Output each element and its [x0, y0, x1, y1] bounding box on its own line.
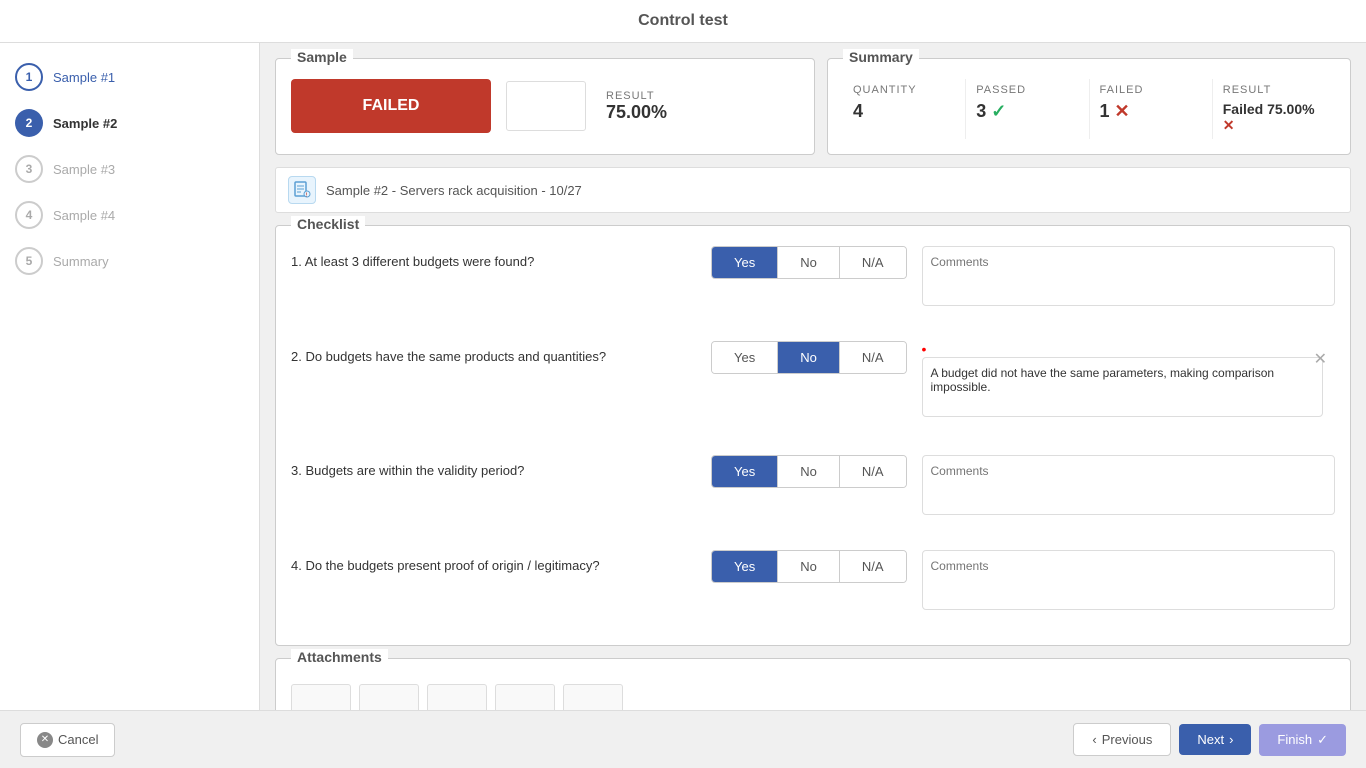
yes-button-3[interactable]: Yes: [712, 456, 777, 487]
summary-failed: FAILED 1 ✕: [1090, 79, 1213, 139]
check-icon-finish: ✓: [1317, 732, 1328, 748]
sample-inner: FAILED RESULT 75.00%: [291, 79, 799, 133]
checklist-buttons-1: Yes No N/A: [711, 246, 907, 279]
na-button-2[interactable]: N/A: [839, 342, 906, 373]
checklist-legend: Checklist: [291, 216, 365, 232]
page-title: Control test: [0, 0, 1366, 43]
no-button-1[interactable]: No: [777, 247, 839, 278]
passed-value: 3 ✓: [976, 101, 1078, 122]
sidebar-circle-4: 4: [15, 201, 43, 229]
sidebar-circle-5: 5: [15, 247, 43, 275]
summary-table: QUANTITY 4 PASSED 3 ✓ FAILED 1 ✕: [843, 79, 1335, 139]
next-button[interactable]: Next ›: [1179, 724, 1251, 755]
footer-right: ‹ Previous Next › Finish ✓: [1073, 723, 1346, 756]
summary-result-value: Failed 75.00% ✕: [1223, 101, 1325, 134]
checklist-question-4: 4. Do the budgets present proof of origi…: [291, 550, 711, 573]
sample-bar-text: Sample #2 - Servers rack acquisition - 1…: [326, 183, 582, 198]
document-icon: !: [293, 181, 311, 199]
failed-cross-icon: ✕: [1115, 101, 1130, 121]
sidebar: 1 Sample #1 2 Sample #2 3 Sample #3 4 Sa…: [0, 43, 259, 722]
result-value: 75.00%: [606, 102, 667, 122]
main-content: Sample FAILED RESULT 75.00% Summary QUAN…: [260, 43, 1366, 767]
sample-bar-icon: !: [288, 176, 316, 204]
summary-result: RESULT Failed 75.00% ✕: [1213, 79, 1335, 139]
comment-input-1[interactable]: [922, 246, 1335, 306]
yes-button-4[interactable]: Yes: [712, 551, 777, 582]
sidebar-circle-2: 2: [15, 109, 43, 137]
yes-button-1[interactable]: Yes: [712, 247, 777, 278]
summary-result-label: RESULT: [1223, 84, 1325, 96]
sidebar-circle-1: 1: [15, 63, 43, 91]
summary-passed: PASSED 3 ✓: [966, 79, 1089, 139]
checklist-box: Checklist 1. At least 3 different budget…: [275, 225, 1351, 646]
top-row: Sample FAILED RESULT 75.00% Summary QUAN…: [275, 58, 1351, 155]
no-button-3[interactable]: No: [777, 456, 839, 487]
checklist-question-3: 3. Budgets are within the validity perio…: [291, 455, 711, 478]
previous-button[interactable]: ‹ Previous: [1073, 723, 1171, 756]
chevron-left-icon-prev: ‹: [1092, 732, 1096, 747]
chevron-right-icon-next: ›: [1229, 732, 1233, 747]
sidebar-label-2: Sample #2: [53, 116, 117, 131]
checklist-item-4: 4. Do the budgets present proof of origi…: [291, 550, 1335, 625]
footer: ✕ Cancel ‹ Previous Next › Finish ✓: [0, 710, 1366, 768]
sidebar-label-4: Sample #4: [53, 208, 115, 223]
failed-label: FAILED: [1100, 84, 1202, 96]
quantity-label: QUANTITY: [853, 84, 955, 96]
result-label: RESULT: [606, 90, 667, 102]
clear-comment-button-2[interactable]: ✕: [1314, 349, 1327, 369]
cancel-icon: ✕: [37, 732, 53, 748]
passed-check-icon: ✓: [991, 101, 1006, 121]
sidebar-item-3[interactable]: 3 Sample #3: [15, 155, 244, 183]
quantity-value: 4: [853, 101, 955, 122]
checklist-question-1: 1. At least 3 different budgets were fou…: [291, 246, 711, 269]
summary-quantity: QUANTITY 4: [843, 79, 966, 139]
sidebar-item-2[interactable]: 2 Sample #2: [15, 109, 244, 137]
no-button-2[interactable]: No: [777, 342, 839, 373]
summary-result-icon: ✕: [1223, 117, 1235, 133]
required-indicator-2: •: [922, 341, 927, 357]
na-button-3[interactable]: N/A: [839, 456, 906, 487]
passed-label: PASSED: [976, 84, 1078, 96]
checklist-item-1: 1. At least 3 different budgets were fou…: [291, 246, 1335, 321]
comment-input-2[interactable]: A budget did not have the same parameter…: [922, 357, 1323, 417]
sidebar-circle-3: 3: [15, 155, 43, 183]
no-button-4[interactable]: No: [777, 551, 839, 582]
failed-button[interactable]: FAILED: [291, 79, 491, 133]
sidebar-label-5: Summary: [53, 254, 109, 269]
na-button-1[interactable]: N/A: [839, 247, 906, 278]
sidebar-item-1[interactable]: 1 Sample #1: [15, 63, 244, 91]
checklist-buttons-2: Yes No N/A: [711, 341, 907, 374]
checklist-question-2: 2. Do budgets have the same products and…: [291, 341, 711, 364]
finish-button[interactable]: Finish ✓: [1259, 724, 1346, 756]
checklist-buttons-3: Yes No N/A: [711, 455, 907, 488]
yes-button-2[interactable]: Yes: [712, 342, 777, 373]
failed-value: 1 ✕: [1100, 101, 1202, 122]
summary-box: Summary QUANTITY 4 PASSED 3 ✓ FAILED: [827, 58, 1351, 155]
checklist-buttons-4: Yes No N/A: [711, 550, 907, 583]
footer-left: ✕ Cancel: [20, 723, 115, 757]
comment-input-3[interactable]: [922, 455, 1335, 515]
summary-legend: Summary: [843, 49, 919, 65]
checklist-item-2: 2. Do budgets have the same products and…: [291, 341, 1335, 435]
sample-legend: Sample: [291, 49, 353, 65]
sidebar-label-1: Sample #1: [53, 70, 115, 85]
sidebar-item-4[interactable]: 4 Sample #4: [15, 201, 244, 229]
comment-input-4[interactable]: [922, 550, 1335, 610]
sample-result: RESULT 75.00%: [606, 90, 667, 123]
checklist-item-3: 3. Budgets are within the validity perio…: [291, 455, 1335, 530]
sample-box: Sample FAILED RESULT 75.00%: [275, 58, 815, 155]
sidebar-item-5[interactable]: 5 Summary: [15, 247, 244, 275]
sidebar-label-3: Sample #3: [53, 162, 115, 177]
cancel-button[interactable]: ✕ Cancel: [20, 723, 115, 757]
na-button-4[interactable]: N/A: [839, 551, 906, 582]
attachments-legend: Attachments: [291, 649, 388, 665]
sample-bar: ! Sample #2 - Servers rack acquisition -…: [275, 167, 1351, 213]
